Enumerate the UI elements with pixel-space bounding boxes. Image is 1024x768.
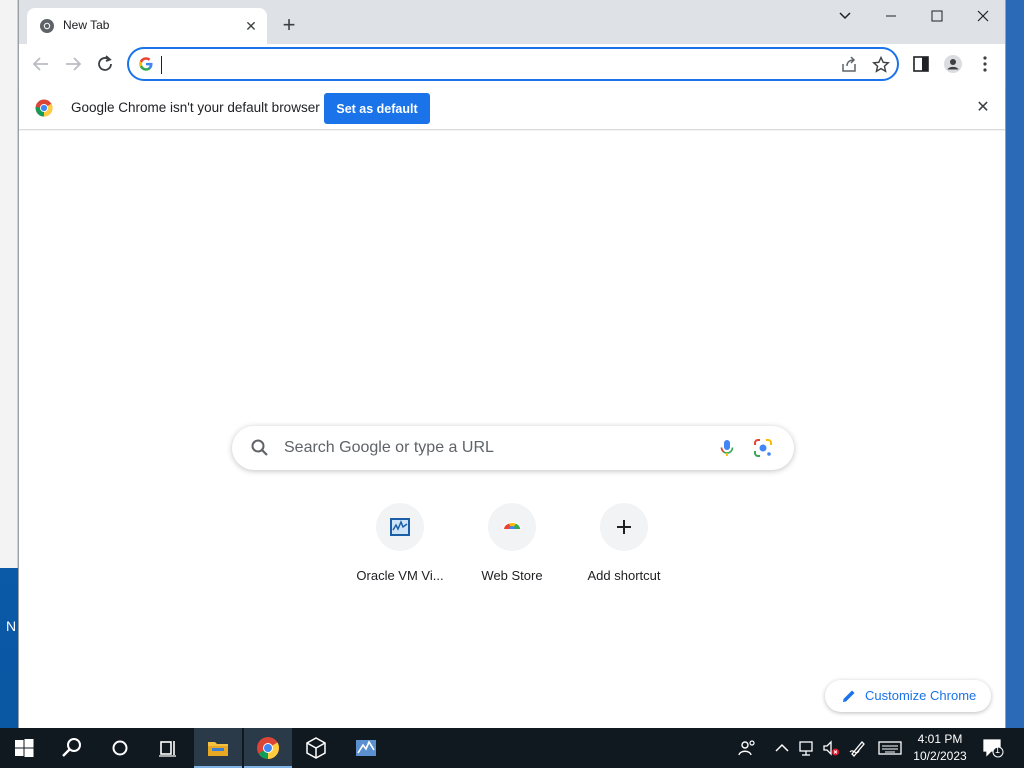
minimize-icon bbox=[886, 15, 896, 17]
close-window-button[interactable] bbox=[963, 4, 1003, 28]
maximize-button[interactable] bbox=[917, 4, 957, 28]
plus-icon bbox=[617, 520, 631, 534]
shortcut-oracle-vm[interactable]: Oracle VM Vi... bbox=[344, 503, 456, 593]
virtualbox-icon bbox=[390, 518, 410, 536]
task-view-icon bbox=[159, 741, 176, 757]
chrome-window: New Tab ✕ + Google Chrome isn't your def… bbox=[18, 0, 1006, 728]
title-bar: New Tab ✕ + bbox=[19, 0, 1005, 44]
desktop-edge bbox=[1006, 0, 1024, 728]
address-input[interactable] bbox=[165, 54, 765, 76]
start-icon bbox=[15, 739, 34, 757]
people-icon[interactable] bbox=[737, 738, 757, 758]
back-icon[interactable] bbox=[29, 52, 53, 76]
set-as-default-button[interactable]: Set as default bbox=[324, 93, 430, 124]
reload-icon[interactable] bbox=[93, 52, 117, 76]
search-icon bbox=[62, 738, 81, 757]
start-button[interactable] bbox=[0, 728, 48, 768]
chrome-favicon-icon bbox=[40, 19, 54, 33]
background-window[interactable] bbox=[0, 0, 18, 568]
cortana-icon bbox=[112, 740, 128, 756]
pencil-icon bbox=[843, 690, 855, 702]
notification-count: 1 bbox=[995, 745, 1001, 755]
google-lens-icon[interactable] bbox=[752, 437, 774, 459]
web-store-icon bbox=[503, 522, 521, 533]
notification-center-button[interactable]: 1 bbox=[982, 738, 1004, 758]
customize-chrome-button[interactable]: Customize Chrome bbox=[825, 680, 991, 712]
tab-title: New Tab bbox=[63, 18, 110, 32]
task-view-button[interactable] bbox=[144, 728, 192, 768]
pen-workspace-icon[interactable] bbox=[848, 738, 868, 758]
close-icon bbox=[977, 10, 989, 22]
virtualbox-icon bbox=[306, 737, 326, 759]
system-clock[interactable]: 4:01 PM 10/2/2023 bbox=[908, 731, 972, 767]
infobar-message: Google Chrome isn't your default browser bbox=[71, 100, 320, 115]
file-explorer-button[interactable] bbox=[194, 728, 242, 768]
chrome-logo-icon bbox=[35, 99, 53, 117]
shortcut-tile bbox=[376, 503, 424, 551]
menu-icon[interactable] bbox=[975, 54, 995, 74]
star-icon[interactable] bbox=[871, 55, 891, 75]
tab-search-button[interactable] bbox=[825, 4, 865, 28]
search-icon bbox=[251, 439, 268, 456]
shortcut-add[interactable]: Add shortcut bbox=[568, 503, 680, 593]
address-bar[interactable] bbox=[127, 47, 899, 81]
vm-manager-taskbar-button[interactable] bbox=[342, 728, 390, 768]
toolbar bbox=[19, 44, 1005, 84]
shortcut-tile bbox=[600, 503, 648, 551]
chrome-taskbar-button[interactable] bbox=[244, 728, 292, 768]
cortana-button[interactable] bbox=[96, 728, 144, 768]
maximize-icon bbox=[931, 10, 943, 22]
volume-muted-icon[interactable] bbox=[821, 738, 841, 758]
vm-manager-icon bbox=[356, 740, 376, 756]
shortcut-tile bbox=[488, 503, 536, 551]
customize-label: Customize Chrome bbox=[865, 688, 977, 703]
text-caret bbox=[161, 56, 162, 74]
tab-new-tab[interactable]: New Tab ✕ bbox=[27, 8, 267, 44]
virtualbox-taskbar-button[interactable] bbox=[292, 728, 340, 768]
shortcut-label: Oracle VM Vi... bbox=[356, 568, 444, 583]
taskbar-search-button[interactable] bbox=[48, 728, 96, 768]
notification-icon bbox=[983, 739, 1004, 758]
desktop-icon-label[interactable]: N bbox=[6, 618, 16, 634]
file-explorer-icon bbox=[208, 742, 228, 756]
google-g-icon bbox=[139, 57, 153, 71]
clock-date: 10/2/2023 bbox=[913, 749, 967, 763]
taskbar: 4:01 PM 10/2/2023 1 bbox=[0, 728, 1024, 768]
shortcut-label: Add shortcut bbox=[587, 568, 661, 583]
network-icon[interactable] bbox=[797, 738, 817, 758]
minimize-button[interactable] bbox=[871, 4, 911, 28]
new-tab-button[interactable]: + bbox=[277, 14, 301, 38]
shortcut-label: Web Store bbox=[481, 568, 543, 583]
ntp-search-box[interactable] bbox=[232, 426, 794, 470]
default-browser-infobar: Google Chrome isn't your default browser… bbox=[19, 86, 1005, 130]
new-tab-page: Oracle VM Vi... Web Store Add shortcut bbox=[19, 131, 1005, 728]
profile-icon[interactable] bbox=[943, 54, 963, 74]
chrome-icon bbox=[257, 737, 279, 759]
infobar-close-icon[interactable]: ✕ bbox=[973, 98, 993, 118]
share-icon[interactable] bbox=[839, 55, 859, 75]
tab-close-icon[interactable]: ✕ bbox=[241, 16, 261, 36]
microphone-icon[interactable] bbox=[716, 437, 738, 459]
keyboard-icon[interactable] bbox=[878, 738, 902, 758]
forward-icon[interactable] bbox=[61, 52, 85, 76]
shortcut-web-store[interactable]: Web Store bbox=[456, 503, 568, 593]
ntp-search-input[interactable] bbox=[284, 436, 704, 460]
side-panel-icon[interactable] bbox=[911, 54, 931, 74]
clock-time: 4:01 PM bbox=[917, 732, 963, 746]
chevron-down-icon bbox=[839, 12, 851, 20]
chevron-up-icon[interactable] bbox=[772, 738, 792, 758]
